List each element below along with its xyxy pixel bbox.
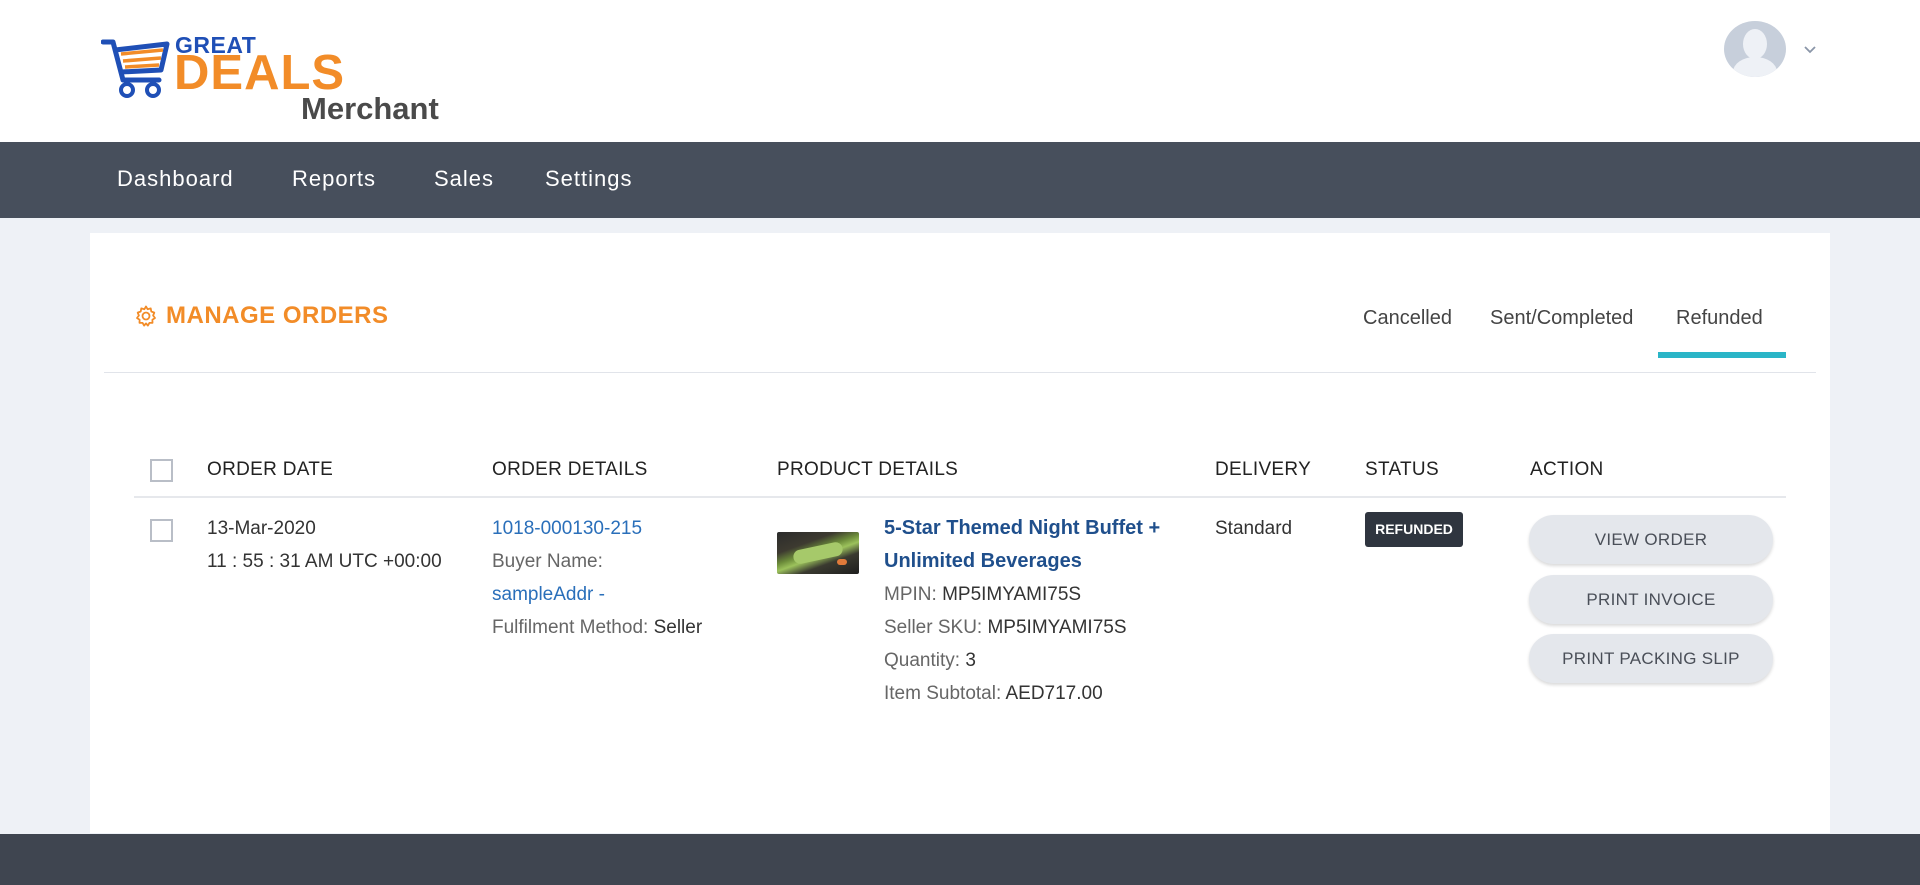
table-header-divider bbox=[134, 496, 1786, 498]
fulfilment-label: Fulfilment Method: bbox=[492, 617, 649, 638]
column-header-delivery: DELIVERY bbox=[1215, 459, 1312, 480]
tab-refunded[interactable]: Refunded bbox=[1676, 307, 1763, 330]
gear-icon bbox=[136, 305, 156, 327]
nav-item-settings[interactable]: Settings bbox=[545, 166, 633, 192]
mpin-value: MP5IMYAMI75S bbox=[942, 584, 1082, 605]
quantity-value: 3 bbox=[965, 650, 976, 671]
product-mpin: MPIN: MP5IMYAMI75S bbox=[884, 578, 1127, 611]
avatar-head bbox=[1743, 29, 1767, 59]
order-date-cell: 13-Mar-2020 11 : 55 : 31 AM UTC +00:00 bbox=[207, 512, 442, 578]
print-packing-slip-button[interactable]: PRINT PACKING SLIP bbox=[1529, 634, 1773, 683]
cart-icon bbox=[101, 39, 170, 98]
user-avatar-icon[interactable] bbox=[1724, 21, 1786, 77]
header-divider bbox=[104, 372, 1816, 373]
product-thumbnail[interactable] bbox=[777, 532, 859, 574]
column-header-order-date: ORDER DATE bbox=[207, 459, 334, 480]
row-select-checkbox[interactable] bbox=[150, 519, 173, 542]
main-navbar: Dashboard Reports Sales Settings bbox=[0, 142, 1920, 218]
fulfilment-value: Seller bbox=[653, 617, 703, 638]
site-footer bbox=[0, 834, 1920, 885]
fulfilment-method: Fulfilment Method: Seller bbox=[492, 611, 702, 644]
product-title-link[interactable]: 5-Star Themed Night Buffet + Unlimited B… bbox=[884, 512, 1184, 578]
avatar-shoulders bbox=[1733, 57, 1777, 77]
subtotal-label: Item Subtotal: bbox=[884, 683, 1002, 704]
view-order-button[interactable]: VIEW ORDER bbox=[1529, 515, 1773, 564]
active-tab-indicator bbox=[1658, 352, 1786, 358]
select-all-checkbox[interactable] bbox=[150, 459, 173, 482]
product-subtotal: Item Subtotal: AED717.00 bbox=[884, 677, 1127, 710]
buyer-name-link[interactable]: sampleAddr - bbox=[492, 578, 702, 611]
quantity-label: Quantity: bbox=[884, 650, 961, 671]
column-header-product-details: PRODUCT DETAILS bbox=[777, 459, 959, 480]
nav-item-sales[interactable]: Sales bbox=[434, 166, 494, 192]
product-meta: MPIN: MP5IMYAMI75S Seller SKU: MP5IMYAMI… bbox=[884, 578, 1127, 710]
status-badge: REFUNDED bbox=[1365, 512, 1463, 547]
page-title: MANAGE ORDERS bbox=[134, 302, 389, 330]
order-date: 13-Mar-2020 bbox=[207, 518, 316, 539]
order-details-cell: 1018-000130-215 Buyer Name: sampleAddr -… bbox=[492, 512, 702, 644]
thumbnail-garnish bbox=[837, 559, 847, 565]
product-sku: Seller SKU: MP5IMYAMI75S bbox=[884, 611, 1127, 644]
site-header: GREAT DEALS Merchant bbox=[0, 0, 1920, 142]
orders-card: MANAGE ORDERS Cancelled Sent/Completed R… bbox=[90, 233, 1830, 833]
nav-item-reports[interactable]: Reports bbox=[292, 166, 376, 192]
sku-label: Seller SKU: bbox=[884, 617, 983, 638]
tab-cancelled[interactable]: Cancelled bbox=[1363, 307, 1452, 330]
delivery-cell: Standard bbox=[1215, 518, 1293, 539]
tab-sent-completed[interactable]: Sent/Completed bbox=[1490, 307, 1633, 330]
column-header-action: ACTION bbox=[1530, 459, 1604, 480]
nav-item-dashboard[interactable]: Dashboard bbox=[117, 166, 234, 192]
order-time: 11 : 55 : 31 AM UTC +00:00 bbox=[207, 551, 442, 572]
column-header-order-details: ORDER DETAILS bbox=[492, 459, 648, 480]
order-id-link[interactable]: 1018-000130-215 bbox=[492, 512, 702, 545]
print-invoice-button[interactable]: PRINT INVOICE bbox=[1529, 575, 1773, 624]
subtotal-value: AED717.00 bbox=[1005, 683, 1103, 704]
product-quantity: Quantity: 3 bbox=[884, 644, 1127, 677]
column-header-status: STATUS bbox=[1365, 459, 1439, 480]
sku-value: MP5IMYAMI75S bbox=[987, 617, 1127, 638]
brand-logo[interactable]: GREAT DEALS Merchant bbox=[101, 30, 461, 130]
chevron-down-icon[interactable] bbox=[1803, 44, 1817, 54]
logo-text-merchant: Merchant bbox=[301, 91, 439, 126]
buyer-name-label: Buyer Name: bbox=[492, 551, 603, 572]
mpin-label: MPIN: bbox=[884, 584, 937, 605]
page-title-text: MANAGE ORDERS bbox=[166, 302, 389, 329]
